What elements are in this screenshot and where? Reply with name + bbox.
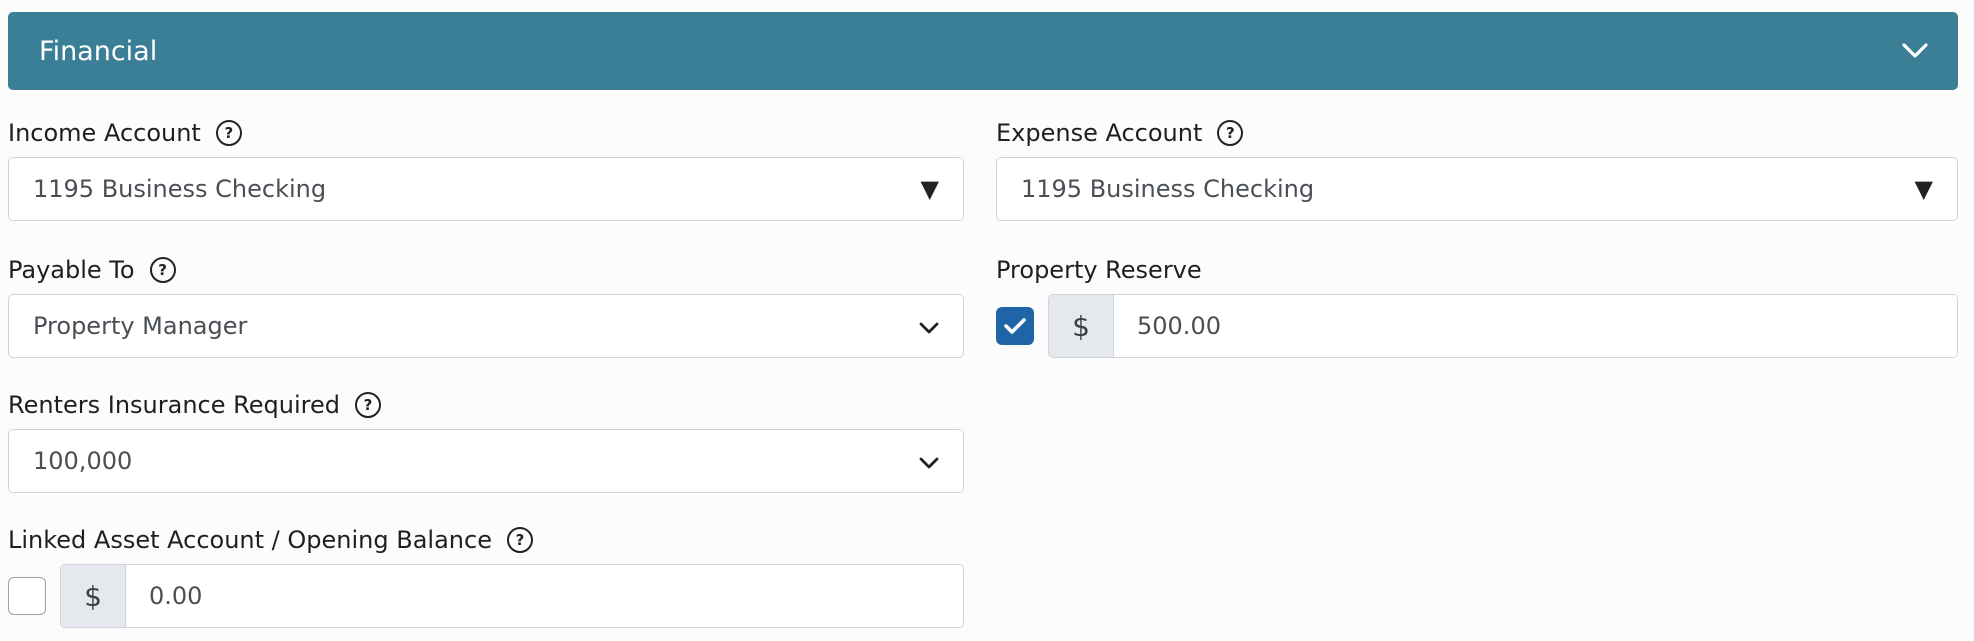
help-icon[interactable]: ? (149, 257, 176, 283)
linked-asset-label: Linked Asset Account / Opening Balance (8, 526, 492, 554)
expense-account-select[interactable]: 1195 Business Checking ▼ (996, 157, 1958, 221)
payable-to-label: Payable To (8, 256, 135, 284)
expense-account-value: 1195 Business Checking (1021, 175, 1315, 203)
renters-insurance-select[interactable]: 100,000 (8, 429, 964, 493)
renters-insurance-value: 100,000 (33, 447, 133, 475)
property-reserve-input-group: $ 500.00 (1048, 294, 1958, 358)
expense-account-label: Expense Account (996, 119, 1203, 147)
property-reserve-checkbox[interactable] (996, 307, 1034, 345)
help-icon[interactable]: ? (506, 527, 533, 553)
payable-to-select[interactable]: Property Manager (8, 294, 964, 358)
help-icon[interactable]: ? (215, 120, 242, 146)
opening-balance-input-group: $ 0.00 (60, 564, 964, 628)
renters-insurance-field: Renters Insurance Required ? 100,000 (8, 385, 964, 493)
payable-to-field: Payable To ? Property Manager (8, 250, 964, 358)
financial-panel-header[interactable]: Financial (8, 12, 1958, 90)
panel-title: Financial (39, 35, 158, 67)
income-account-value: 1195 Business Checking (33, 175, 327, 203)
help-icon[interactable]: ? (354, 392, 381, 418)
currency-addon: $ (1049, 295, 1114, 357)
chevron-down-icon (919, 447, 939, 475)
opening-balance-input[interactable]: 0.00 (126, 565, 963, 627)
property-reserve-field: Property Reserve $ 500.00 (996, 250, 1958, 358)
income-account-select[interactable]: 1195 Business Checking ▼ (8, 157, 964, 221)
triangle-down-icon: ▼ (1914, 175, 1933, 203)
income-account-field: Income Account ? 1195 Business Checking … (8, 113, 964, 221)
expense-account-field: Expense Account ? 1195 Business Checking… (996, 113, 1958, 221)
payable-to-value: Property Manager (33, 312, 248, 340)
currency-addon: $ (61, 565, 126, 627)
renters-insurance-label: Renters Insurance Required (8, 391, 340, 419)
check-icon (1004, 318, 1026, 334)
property-reserve-input[interactable]: 500.00 (1114, 295, 1957, 357)
chevron-down-icon (919, 312, 939, 340)
triangle-down-icon: ▼ (920, 175, 939, 203)
linked-asset-checkbox[interactable] (8, 577, 46, 615)
property-reserve-label: Property Reserve (996, 256, 1202, 284)
help-icon[interactable]: ? (1217, 120, 1244, 146)
linked-asset-field: Linked Asset Account / Opening Balance ?… (8, 520, 964, 628)
chevron-down-icon[interactable] (1902, 43, 1928, 59)
income-account-label: Income Account (8, 119, 201, 147)
